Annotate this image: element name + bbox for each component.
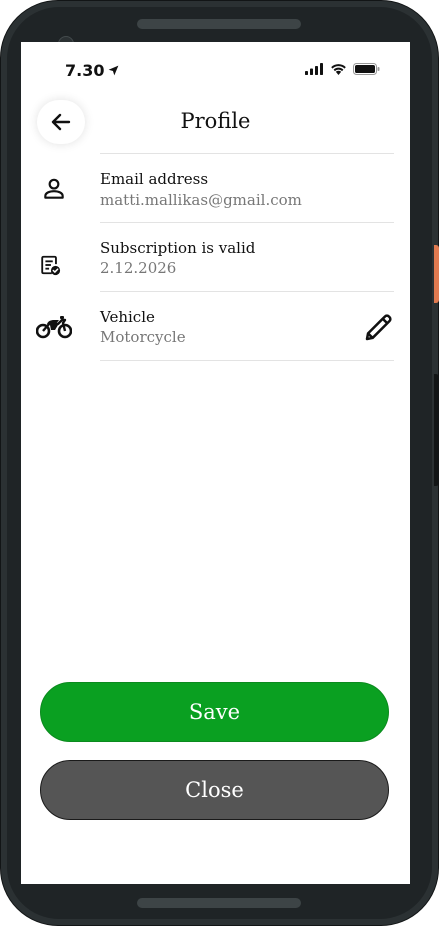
power-button <box>434 245 439 303</box>
edit-vehicle-button[interactable] <box>359 307 399 347</box>
status-time: 7.30 <box>65 61 120 80</box>
earpiece-speaker <box>137 19 301 29</box>
status-icons <box>305 63 380 75</box>
page-title: Profile <box>180 109 251 133</box>
battery-icon <box>353 63 380 75</box>
close-button[interactable]: Close <box>40 760 389 820</box>
save-button[interactable]: Save <box>40 682 389 742</box>
subscription-label: Subscription is valid <box>100 239 256 257</box>
bottom-speaker <box>137 898 301 908</box>
status-time-text: 7.30 <box>65 61 105 80</box>
person-icon <box>40 175 68 203</box>
divider <box>100 291 394 292</box>
motorcycle-icon <box>35 312 73 340</box>
email-label: Email address <box>100 170 209 188</box>
subscription-date: 2.12.2026 <box>100 259 177 277</box>
vehicle-value: Motorcycle <box>100 328 186 346</box>
divider <box>100 153 394 154</box>
vehicle-label: Vehicle <box>100 308 155 326</box>
subscription-icon <box>38 253 62 277</box>
app-screen: 7.30 Profile Email address matti.mallika… <box>21 42 410 884</box>
wifi-icon <box>331 64 346 75</box>
cellular-signal-icon <box>305 63 323 75</box>
divider <box>100 360 394 361</box>
email-value: matti.mallikas@gmail.com <box>100 191 302 209</box>
volume-button <box>434 374 439 486</box>
divider <box>100 222 394 223</box>
pencil-icon <box>365 314 392 341</box>
location-arrow-icon <box>109 65 119 76</box>
